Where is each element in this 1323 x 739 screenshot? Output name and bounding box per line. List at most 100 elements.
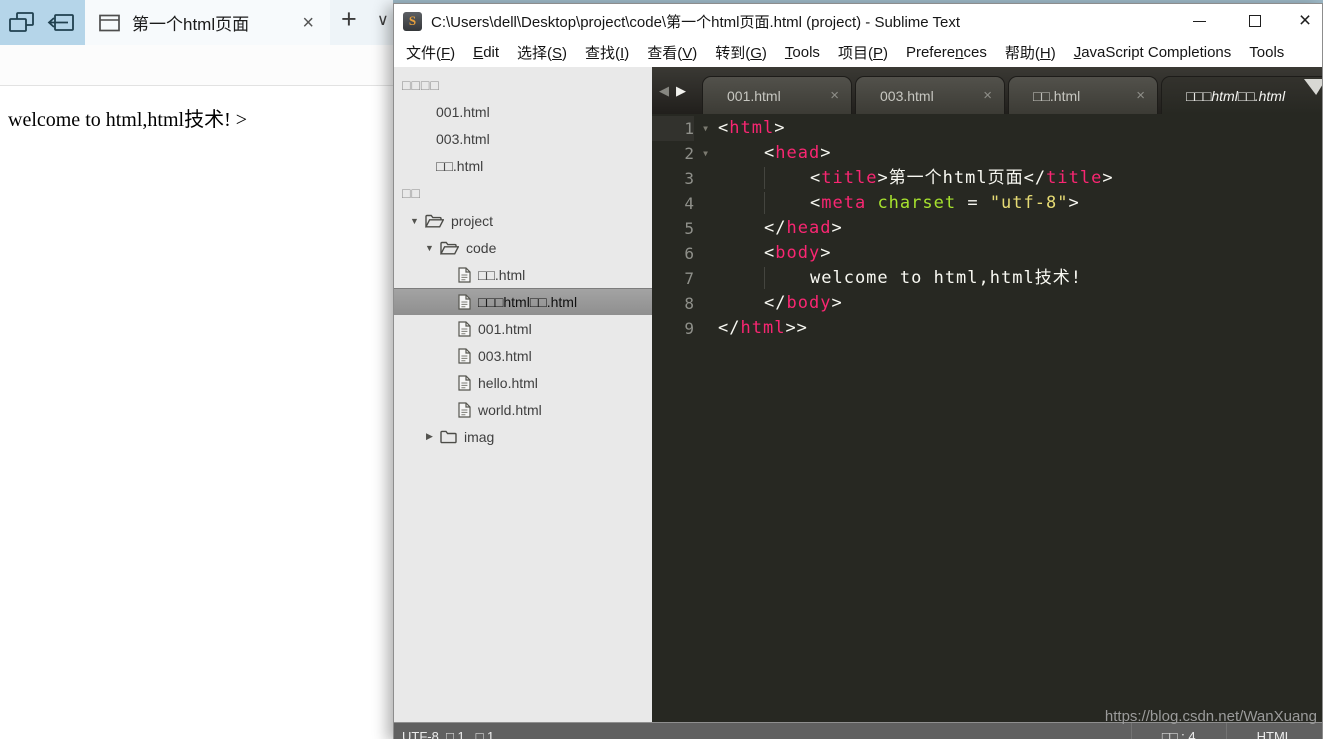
editor-tab-bar: ◀ ▶ 001.html × 003.html × □□.html × □□□html□□.… [652, 67, 1322, 114]
fold-column [694, 166, 718, 191]
open-file-item[interactable]: 001.html [394, 99, 652, 126]
tree-item-label: world.html [478, 401, 542, 418]
tab-nav-arrows: ◀ ▶ [659, 67, 686, 114]
file-icon [458, 320, 471, 337]
code-line[interactable]: 1 ▼ <html> [652, 116, 1322, 141]
menu-item-6[interactable]: 转到(G) [706, 39, 776, 66]
tree-item-label: code [466, 239, 497, 256]
tree-item-label: □□.html [478, 266, 526, 283]
line-number: 1 [652, 116, 694, 141]
editor-tab[interactable]: □□□html□□.html× [1161, 76, 1322, 114]
line-number: 2 [684, 144, 694, 163]
code-text: welcome to html,html技术! [718, 266, 1082, 291]
code-line[interactable]: 3 <title>第一个html页面</title> [652, 166, 1322, 191]
editor-tab[interactable]: □□.html × [1008, 76, 1158, 114]
folder-closed-icon [440, 430, 457, 444]
tab-size-status[interactable]: □□ : 4 [1130, 723, 1226, 739]
code-area[interactable]: 1 ▼ <html> 2 ▼ <head> 3 <title>第一个html页面</title… [652, 114, 1322, 341]
code-text: <title>第一个html页面</title> [718, 166, 1114, 191]
folder-expand-arrow-icon[interactable]: ▼ [423, 243, 436, 253]
editor-tab-label: □□□html□□.html [1186, 87, 1286, 104]
file-icon [458, 266, 471, 283]
editor-tab[interactable]: 001.html × [702, 76, 852, 114]
editor-tab-close-icon[interactable]: × [963, 87, 992, 104]
browser-tab-close-icon[interactable]: × [298, 13, 318, 33]
fold-column [694, 316, 718, 341]
encoding-position-status: UTF-8, □ 1 , □ 1 [402, 729, 495, 739]
tab-scroll-left-icon[interactable]: ◀ [659, 83, 669, 99]
maximize-button[interactable] [1232, 4, 1278, 38]
browser-tab[interactable]: 第一个html页面 × [85, 0, 330, 45]
code-line[interactable]: 5 </head> [652, 216, 1322, 241]
close-button[interactable]: × [1282, 4, 1323, 38]
code-text: <meta charset = "utf-8"> [718, 191, 1080, 216]
code-line[interactable]: 7 welcome to html,html技术! [652, 266, 1322, 291]
code-line[interactable]: 6 <body> [652, 241, 1322, 266]
code-text: </head> [764, 218, 843, 238]
sublime-app-icon[interactable]: S [403, 11, 422, 31]
tree-file-item[interactable]: □□□html□□.html [394, 288, 652, 315]
editor-tab-label: □□.html [1033, 87, 1081, 104]
editor-tab-close-icon[interactable]: × [1116, 87, 1145, 104]
menu-item-5[interactable]: 查看(V) [638, 39, 706, 66]
code-text: </body> [764, 293, 843, 313]
code-line[interactable]: 9 </html>> [652, 316, 1322, 341]
menu-bar: 文件(F) Edit 选择(S) 查找(I) 查看(V) 转到(G) Tools 项目(P) P… [394, 38, 1322, 67]
tree-item-label: 001.html [478, 320, 532, 337]
tree-file-item[interactable]: □□.html [394, 261, 652, 288]
menu-item-4[interactable]: 查找(I) [576, 39, 638, 66]
menu-item-10[interactable]: 帮助(H) [996, 39, 1065, 66]
file-icon [458, 293, 471, 310]
new-tab-button[interactable]: + [341, 4, 357, 35]
tree-folder-item[interactable]: ▼ code [394, 234, 652, 261]
browser-tab-title: 第一个html页面 [132, 15, 250, 34]
tree-folder-item[interactable]: ▶ imag [394, 423, 652, 450]
editor-tabs: 001.html × 003.html × □□.html × □□□html□□.html… [702, 76, 1322, 114]
menu-item-7[interactable]: Tools [776, 41, 829, 64]
code-line[interactable]: 2 ▼ <head> [652, 141, 1322, 166]
line-number: 8 [684, 294, 694, 313]
open-file-item[interactable]: □□.html [394, 153, 652, 180]
tree-file-item[interactable]: 001.html [394, 315, 652, 342]
set-tabs-aside-icon[interactable] [46, 11, 76, 35]
tab-scroll-right-icon[interactable]: ▶ [676, 83, 686, 99]
code-line[interactable]: 8 </body> [652, 291, 1322, 316]
file-icon [458, 374, 471, 391]
tree-file-item[interactable]: 003.html [394, 342, 652, 369]
tab-preview-chevron-icon[interactable]: ∨ [377, 10, 389, 30]
menu-item-8[interactable]: 项目(P) [829, 39, 897, 66]
line-number: 4 [684, 194, 694, 213]
menu-item-12[interactable]: Tools [1240, 41, 1293, 64]
menu-item-2[interactable]: Edit [464, 41, 508, 64]
tree-folder-item[interactable]: ▼ project [394, 207, 652, 234]
tree-item-label: project [451, 212, 494, 229]
folder-expand-arrow-icon[interactable]: ▼ [408, 216, 421, 226]
menu-item-3[interactable]: 选择(S) [508, 39, 576, 66]
fold-column [694, 191, 718, 216]
editor-tab-close-icon[interactable]: × [810, 87, 839, 104]
folder-collapsed-arrow-icon[interactable]: ▶ [423, 431, 436, 442]
menu-item-1[interactable]: 文件(F) [397, 39, 464, 66]
menu-item-11[interactable]: JavaScript Completions [1065, 41, 1241, 64]
rendered-page-text: welcome to html,html技术! > [8, 109, 248, 131]
code-line[interactable]: 4 <meta charset = "utf-8"> [652, 191, 1322, 216]
code-text: <body> [764, 243, 832, 263]
editor-tab[interactable]: 003.html × [855, 76, 1005, 114]
fold-arrow-icon[interactable]: ▼ [694, 116, 718, 141]
open-files-header: □□□□ [402, 77, 440, 93]
fold-arrow-icon[interactable]: ▼ [694, 141, 718, 166]
line-number: 3 [684, 169, 694, 188]
fold-column [694, 291, 718, 316]
menu-item-9[interactable]: Preferences [897, 41, 996, 64]
tree-item-label: imag [464, 428, 495, 445]
minimize-button[interactable] [1176, 4, 1222, 38]
open-files-list: 001.html 003.html □□.html [394, 99, 652, 180]
tree-item-label: 003.html [478, 347, 532, 364]
syntax-status[interactable]: HTML [1225, 723, 1322, 739]
file-icon [458, 401, 471, 418]
sidebar: □□□□ 001.html 003.html □□.html □□ ▼ project… [394, 67, 652, 738]
tree-file-item[interactable]: hello.html [394, 369, 652, 396]
tab-preview-icon[interactable] [8, 11, 38, 35]
tree-file-item[interactable]: world.html [394, 396, 652, 423]
open-file-item[interactable]: 003.html [394, 126, 652, 153]
